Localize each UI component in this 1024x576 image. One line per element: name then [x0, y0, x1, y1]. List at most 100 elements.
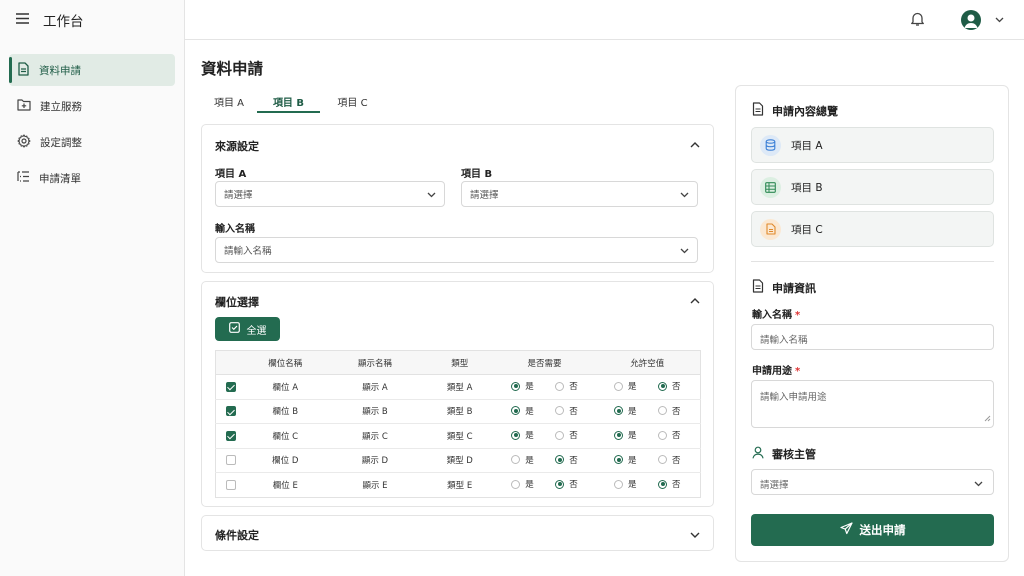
- radio-button[interactable]: [511, 455, 521, 464]
- nullable-radio-no[interactable]: 否: [647, 405, 691, 417]
- clipboard-icon: [752, 279, 764, 296]
- info-purpose-placeholder: 請輸入申請用途: [760, 392, 827, 403]
- nullable-radio-no[interactable]: 否: [647, 380, 691, 392]
- chevron-down-icon[interactable]: [995, 15, 1004, 26]
- checkbox-icon: [228, 322, 240, 336]
- nullable-radio-yes[interactable]: 是: [603, 478, 647, 490]
- radio-button[interactable]: [614, 381, 623, 391]
- radio-button[interactable]: [658, 430, 667, 440]
- summary-item-b[interactable]: 項目 B: [751, 169, 994, 205]
- avatar[interactable]: [961, 10, 981, 30]
- required-radio-yes[interactable]: 是: [501, 454, 545, 466]
- tab-item-c[interactable]: 項目 C: [320, 88, 385, 113]
- name-input[interactable]: 請輸入名稱: [215, 237, 698, 263]
- supervisor-select[interactable]: 請選擇: [751, 469, 994, 495]
- required-radio-no[interactable]: 否: [545, 478, 589, 490]
- nullable-radio-group: 是否: [603, 429, 691, 441]
- row-checkbox[interactable]: [225, 381, 236, 392]
- chevron-down-icon[interactable]: [690, 530, 700, 541]
- row-checkbox[interactable]: [225, 479, 236, 490]
- sidebar-item-settings[interactable]: 設定調整: [9, 126, 175, 158]
- tab-item-a[interactable]: 項目 A: [201, 88, 257, 113]
- info-name-label: 輸入名稱: [752, 310, 792, 321]
- bell-icon[interactable]: [910, 11, 925, 30]
- tab-bar: 項目 A 項目 B 項目 C: [201, 88, 714, 113]
- radio-button[interactable]: [511, 381, 521, 391]
- summary-header: 申請內容總覽: [752, 102, 838, 119]
- row-checkbox[interactable]: [225, 406, 236, 416]
- info-name-input[interactable]: 請輸入名稱: [751, 324, 994, 350]
- row-checkbox[interactable]: [225, 430, 236, 441]
- radio-button[interactable]: [555, 479, 565, 489]
- sidebar-item-request-list[interactable]: 申請清單: [9, 162, 175, 194]
- radio-label: 否: [569, 431, 578, 441]
- sidebar-item-data-request[interactable]: 資料申請: [9, 54, 175, 86]
- radio-button[interactable]: [658, 479, 667, 489]
- menu-icon[interactable]: [16, 13, 29, 27]
- radio-button[interactable]: [614, 455, 623, 464]
- chevron-up-icon[interactable]: [690, 296, 700, 307]
- radio-button[interactable]: [658, 381, 667, 391]
- radio-button[interactable]: [658, 455, 667, 464]
- nullable-radio-yes[interactable]: 是: [603, 405, 647, 417]
- radio-button[interactable]: [614, 430, 623, 440]
- conditions-card[interactable]: [201, 515, 714, 551]
- radio-button[interactable]: [511, 430, 521, 440]
- nullable-radio-no[interactable]: 否: [647, 478, 691, 490]
- radio-button[interactable]: [555, 455, 565, 464]
- radio-button[interactable]: [555, 430, 565, 440]
- table-row: 欄位 B 顯示 B 類型 B是否是否: [215, 399, 701, 424]
- nullable-radio-no[interactable]: 否: [647, 454, 691, 466]
- header-display-name: 顯示名稱: [325, 350, 425, 375]
- field-name-cell: 欄位 C: [245, 423, 326, 449]
- required-radio-no[interactable]: 否: [545, 405, 589, 417]
- info-name-placeholder: 請輸入名稱: [760, 335, 808, 346]
- tab-item-b[interactable]: 項目 B: [257, 88, 320, 113]
- summary-item-a[interactable]: 項目 A: [751, 127, 994, 163]
- sidebar-item-label: 設定調整: [40, 136, 82, 149]
- list-icon: [17, 170, 30, 186]
- required-radio-yes[interactable]: 是: [501, 429, 545, 441]
- item-b-select[interactable]: 請選擇: [461, 181, 698, 207]
- required-radio-no[interactable]: 否: [545, 454, 589, 466]
- row-checkbox[interactable]: [225, 455, 236, 465]
- radio-button[interactable]: [614, 406, 623, 415]
- radio-button[interactable]: [658, 406, 667, 415]
- radio-label: 否: [569, 455, 578, 466]
- header-field-name: 欄位名稱: [245, 350, 326, 375]
- required-radio-yes[interactable]: 是: [501, 405, 545, 417]
- required-radio-yes[interactable]: 是: [501, 380, 545, 392]
- select-all-button[interactable]: 全選: [215, 317, 280, 341]
- item-a-select[interactable]: 請選擇: [215, 181, 445, 207]
- required-radio-no[interactable]: 否: [545, 429, 589, 441]
- required-radio-yes[interactable]: 是: [501, 478, 545, 490]
- submit-button[interactable]: 送出申請: [751, 514, 994, 546]
- resize-handle-icon[interactable]: [984, 414, 991, 425]
- chevron-up-icon[interactable]: [690, 140, 700, 151]
- item-a-placeholder: 請選擇: [224, 190, 253, 201]
- summary-item-label: 項目 B: [791, 181, 823, 194]
- required-radio-no[interactable]: 否: [545, 380, 589, 392]
- radio-button[interactable]: [511, 406, 521, 415]
- nullable-radio-yes[interactable]: 是: [603, 429, 647, 441]
- table-row: 欄位 C 顯示 C 類型 C是否是否: [215, 423, 701, 449]
- nullable-radio-yes[interactable]: 是: [603, 380, 647, 392]
- sidebar-item-create-service[interactable]: 建立服務: [9, 90, 175, 122]
- radio-button[interactable]: [511, 479, 521, 489]
- radio-label: 是: [525, 480, 534, 490]
- top-bar-actions: [910, 0, 1004, 40]
- radio-button[interactable]: [614, 479, 623, 489]
- info-purpose-textarea[interactable]: 請輸入申請用途: [751, 380, 994, 428]
- nullable-radio-yes[interactable]: 是: [603, 454, 647, 466]
- nullable-cell: 是否: [594, 423, 701, 449]
- header-nullable: 允許空值: [594, 350, 701, 375]
- radio-button[interactable]: [555, 381, 565, 391]
- display-name-cell: 顯示 B: [325, 399, 425, 424]
- conditions-title: 條件設定: [215, 529, 259, 542]
- nullable-radio-group: 是否: [603, 380, 691, 392]
- nullable-radio-no[interactable]: 否: [647, 429, 691, 441]
- radio-button[interactable]: [555, 406, 565, 415]
- field-name-cell: 欄位 B: [245, 399, 326, 424]
- summary-item-c[interactable]: 項目 C: [751, 211, 994, 247]
- chevron-down-icon: [680, 190, 689, 201]
